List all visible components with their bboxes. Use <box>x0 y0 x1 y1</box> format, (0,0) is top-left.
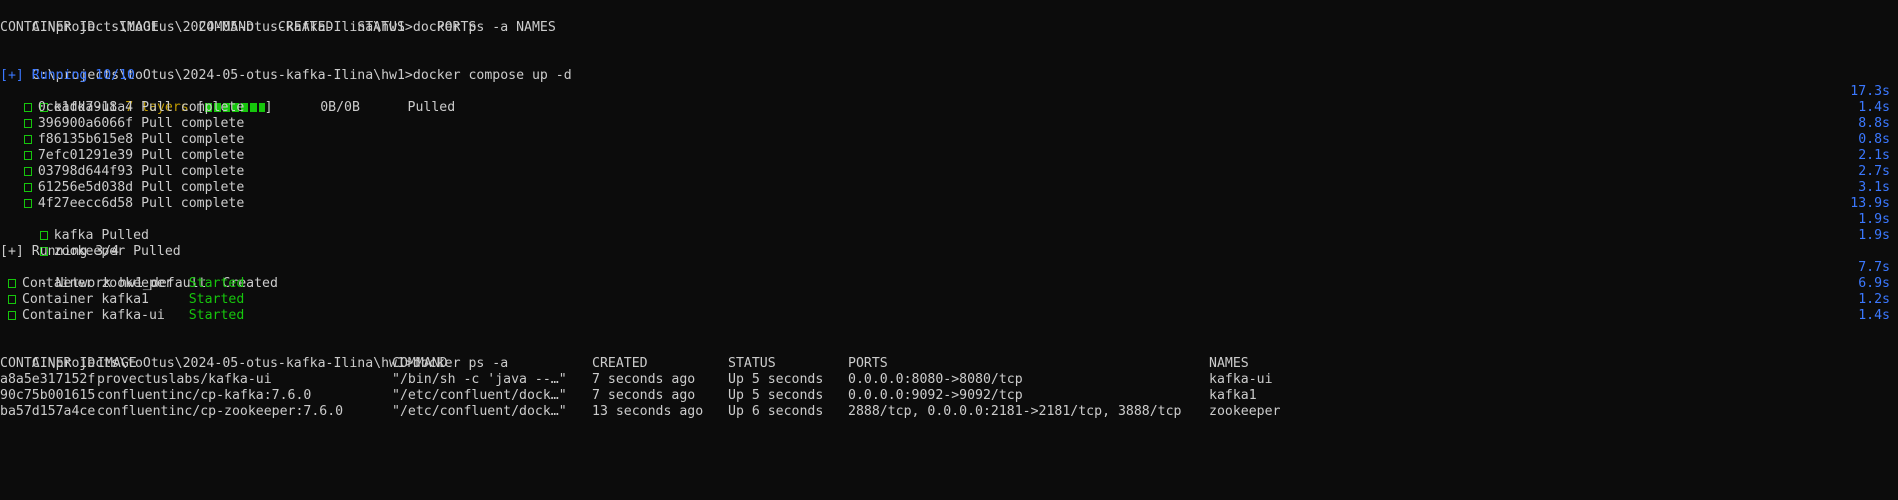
header-created: CREATED <box>592 356 648 371</box>
table-row: ba57d157a4ce confluentinc/cp-zookeeper:7.… <box>0 404 1898 420</box>
cell-status: Up 6 seconds <box>728 404 824 419</box>
elapsed-time: 0.8s <box>1858 132 1890 147</box>
cell-names: kafka-ui <box>1209 372 1273 387</box>
layer-id: 4f27eecc6d58 <box>37 196 134 211</box>
elapsed-time: 7.7s <box>1858 260 1890 275</box>
check-icon <box>7 279 16 288</box>
elapsed-time: 2.7s <box>1858 164 1890 179</box>
container-line: Container zookeeper Started 6.9s <box>0 276 1898 292</box>
elapsed-time: 2.1s <box>1858 148 1890 163</box>
layer-line: 4f27eecc6d58 Pull complete 13.9s <box>0 196 1898 212</box>
header-image: IMAGE <box>97 356 137 371</box>
header-command: COMMAND <box>392 356 448 371</box>
running-status-2: [+] Running 3/4 <box>0 244 120 259</box>
elapsed-time: 1.4s <box>1858 308 1890 323</box>
layer-status: Pull complete <box>141 148 245 163</box>
check-icon <box>23 183 32 192</box>
check-icon <box>7 311 16 320</box>
elapsed-time: 17.3s <box>1850 84 1890 99</box>
container-line: Container kafka1 Started 1.2s <box>0 292 1898 308</box>
header-container-id: CONTAINER ID <box>0 356 96 371</box>
command-line: C:\projects\toOtus\2024-05-otus-kafka-Il… <box>0 52 1898 83</box>
cell-names: kafka1 <box>1209 388 1257 403</box>
cell-container-id: a8a5e317152f <box>0 372 96 387</box>
header-status: STATUS <box>728 356 776 371</box>
layer-status: Pull complete <box>141 132 245 147</box>
layer-line: 7efc01291e39 Pull complete 2.1s <box>0 148 1898 164</box>
layer-id: f86135b615e8 <box>37 132 134 147</box>
elapsed-time: 3.1s <box>1858 180 1890 195</box>
check-icon <box>23 151 32 160</box>
command-line: C:\projects\toOtus\2024-05-otus-kafka-Il… <box>0 340 1898 371</box>
container-status: Started <box>188 292 245 307</box>
layer-line: f86135b615e8 Pull complete 0.8s <box>0 132 1898 148</box>
cell-command: "/bin/sh -c 'java --…" <box>392 372 567 387</box>
cell-names: zookeeper <box>1209 404 1281 419</box>
layer-line: 0ce1dd7918a4 Pull complete 1.4s <box>0 100 1898 116</box>
elapsed-time: 1.2s <box>1858 292 1890 307</box>
cell-created: 7 seconds ago <box>592 372 696 387</box>
cell-status: Up 5 seconds <box>728 372 824 387</box>
layer-line: 03798d644f93 Pull complete 2.7s <box>0 164 1898 180</box>
elapsed-time: 8.8s <box>1858 116 1890 131</box>
cell-container-id: ba57d157a4ce <box>0 404 96 419</box>
terminal-window[interactable]: C:\projects\toOtus\2024-05-otus-kafka-Il… <box>0 0 1898 439</box>
cell-status: Up 5 seconds <box>728 388 824 403</box>
layer-status: Pull complete <box>141 196 245 211</box>
container-text: Container kafka1 <box>21 292 173 307</box>
layer-id: 7efc01291e39 <box>37 148 134 163</box>
cell-image: confluentinc/cp-kafka:7.6.0 <box>97 388 312 403</box>
cell-ports: 0.0.0.0:9092->9092/tcp <box>848 388 1023 403</box>
container-status: Started <box>188 276 245 291</box>
ps-table-header: CONTAINER ID IMAGE COMMAND CREATED STATU… <box>0 356 1898 372</box>
cell-ports: 2888/tcp, 0.0.0.0:2181->2181/tcp, 3888/t… <box>848 404 1182 419</box>
elapsed-time: 1.9s <box>1858 228 1890 243</box>
empty-ps-header: CONTAINER ID IMAGE COMMAND CREATED STATU… <box>0 20 556 35</box>
container-text: Container zookeeper <box>21 276 173 291</box>
layer-id: 61256e5d038d <box>37 180 134 195</box>
container-status: Started <box>188 308 245 323</box>
container-text: Container kafka-ui <box>21 308 173 323</box>
container-line: Container kafka-ui Started 1.4s <box>0 308 1898 324</box>
layer-id: 396900a6066f <box>37 116 134 131</box>
check-icon <box>7 295 16 304</box>
layer-status: Pull complete <box>141 116 245 131</box>
elapsed-time: 1.9s <box>1858 212 1890 227</box>
running-status-1: [+] Running 10/10 <box>0 68 135 83</box>
table-row: a8a5e317152f provectuslabs/kafka-ui "/bin/… <box>0 372 1898 388</box>
cell-image: confluentinc/cp-zookeeper:7.6.0 <box>97 404 344 419</box>
cell-created: 7 seconds ago <box>592 388 696 403</box>
layer-status: Pull complete <box>141 100 245 115</box>
pull-zookeeper-line: zookeeper Pulled 1.9s <box>0 228 1898 259</box>
table-row: 90c75b001615 confluentinc/cp-kafka:7.6.0 "… <box>0 388 1898 404</box>
layer-status: Pull complete <box>141 164 245 179</box>
elapsed-time: 1.4s <box>1858 100 1890 115</box>
cell-created: 13 seconds ago <box>592 404 704 419</box>
check-icon <box>23 199 32 208</box>
layer-line: 396900a6066f Pull complete 8.8s <box>0 116 1898 132</box>
layer-status: Pull complete <box>141 180 245 195</box>
command-line: C:\projects\toOtus\2024-05-otus-kafka-Il… <box>0 4 1898 35</box>
elapsed-time: 13.9s <box>1850 196 1890 211</box>
check-icon <box>23 119 32 128</box>
cell-command: "/etc/confluent/dock…" <box>392 388 567 403</box>
header-ports: PORTS <box>848 356 888 371</box>
cell-ports: 0.0.0.0:8080->8080/tcp <box>848 372 1023 387</box>
elapsed-time: 6.9s <box>1858 276 1890 291</box>
layer-id: 0ce1dd7918a4 <box>37 100 134 115</box>
check-icon <box>23 167 32 176</box>
check-icon <box>23 103 32 112</box>
check-icon <box>23 135 32 144</box>
cell-command: "/etc/confluent/dock…" <box>392 404 567 419</box>
header-names: NAMES <box>1209 356 1249 371</box>
network-line: - Network hw1_default Created 7.7s <box>0 260 1898 291</box>
cell-image: provectuslabs/kafka-ui <box>97 372 272 387</box>
pull-kafka-line: kafka Pulled 1.9s <box>0 212 1898 243</box>
pull-kafka-ui-line: kafka-ui 7 layers [] 0B/0B Pulled 17.3s <box>0 84 1898 115</box>
cell-container-id: 90c75b001615 <box>0 388 96 403</box>
layer-line: 61256e5d038d Pull complete 3.1s <box>0 180 1898 196</box>
layer-id: 03798d644f93 <box>37 164 134 179</box>
